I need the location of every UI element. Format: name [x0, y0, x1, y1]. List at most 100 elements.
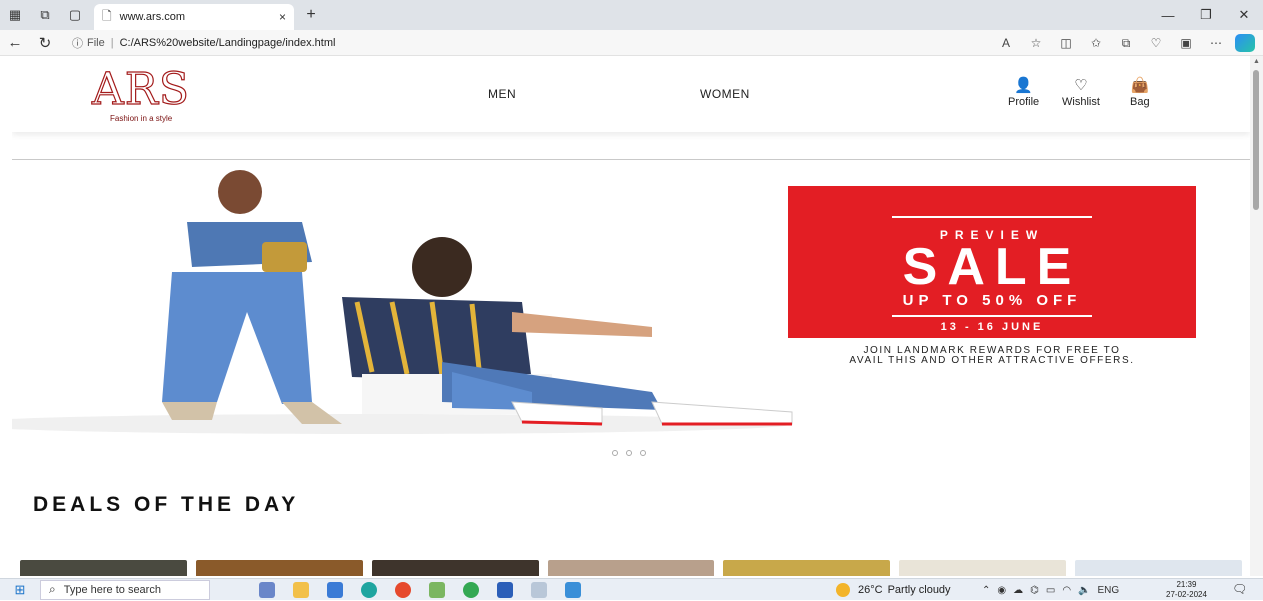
- promo-rule-top: [892, 216, 1092, 218]
- promo-dates: 13 - 16 JUNE: [940, 321, 1044, 333]
- browser-toolbar: A ☆ ◫ ✩ ⧉ ♡ ▣ ⋯: [991, 30, 1255, 56]
- logo-text: ARS: [91, 64, 191, 115]
- clock-time: 21:39: [1176, 580, 1197, 589]
- edge-icon[interactable]: [352, 581, 386, 598]
- window-controls: — ❐ ✕: [1149, 0, 1263, 30]
- more-icon[interactable]: ⋯: [1201, 36, 1231, 50]
- copilot-app-icon[interactable]: ▣: [1171, 36, 1201, 50]
- file-explorer-icon[interactable]: [284, 581, 318, 598]
- scrollbar-thumb[interactable]: [1253, 70, 1259, 210]
- volume-icon[interactable]: 🔈: [1078, 585, 1090, 596]
- scroll-up-icon[interactable]: ▲: [1250, 56, 1263, 68]
- clock-date: 27-02-2024: [1166, 590, 1207, 599]
- nav-men[interactable]: MEN: [488, 87, 516, 101]
- deal-thumbnail[interactable]: [899, 560, 1067, 576]
- heart-icon: ♡: [1074, 77, 1088, 94]
- profile-label: Profile: [1008, 96, 1040, 108]
- chrome-profile-icon[interactable]: [454, 581, 488, 598]
- browser-tab[interactable]: 🗋 www.ars.com ×: [94, 4, 294, 30]
- weather-widget[interactable]: 26°C Partly cloudy: [836, 579, 951, 601]
- minimize-icon[interactable]: —: [1149, 0, 1187, 30]
- address-bar: ← ↻ ⓘ File | C:/ARS%20website/Landingpag…: [0, 30, 1263, 56]
- taskbar-apps: [250, 581, 590, 598]
- weather-icon: [836, 583, 850, 597]
- photos-icon[interactable]: [556, 581, 590, 598]
- profile-icon: 👤: [1014, 77, 1033, 94]
- deals-title: DEALS OF THE DAY: [33, 493, 300, 516]
- carousel-dots: [612, 450, 646, 456]
- url-text[interactable]: C:/ARS%20website/Landingpage/index.html: [120, 37, 336, 49]
- promo-sale: SALE: [902, 238, 1082, 296]
- copilot-icon[interactable]: [1235, 34, 1255, 52]
- notifications-icon[interactable]: 🗨: [1232, 582, 1247, 596]
- start-icon[interactable]: ⊞: [0, 582, 40, 598]
- favorites-icon[interactable]: ✩: [1081, 36, 1111, 50]
- taskbar-search-placeholder: Type here to search: [63, 583, 161, 596]
- carousel-dot[interactable]: [612, 450, 618, 456]
- logo[interactable]: ARS Fashion in a style: [91, 64, 222, 130]
- read-aloud-icon[interactable]: A: [991, 36, 1021, 50]
- back-icon[interactable]: ←: [0, 34, 30, 51]
- promo-note-line-2: AVAIL THIS AND OTHER ATTRACTIVE OFFERS.: [849, 355, 1135, 366]
- browser-essentials-icon[interactable]: ♡: [1141, 36, 1171, 50]
- wifi-icon[interactable]: ◠: [1062, 585, 1071, 596]
- wishlist-button[interactable]: ♡ Wishlist: [1062, 77, 1100, 109]
- carousel-dot[interactable]: [640, 450, 646, 456]
- extensions-icon[interactable]: ▦: [0, 0, 30, 30]
- nav-women[interactable]: WOMEN: [700, 87, 750, 101]
- onedrive-icon[interactable]: ☁: [1013, 585, 1023, 596]
- workspaces-icon[interactable]: ⧉: [30, 0, 60, 30]
- site-header: ARS Fashion in a style MEN WOMEN 👤 Profi…: [12, 56, 1250, 132]
- system-tray: ⌃ ◉ ☁ ⌬ ▭ ◠ 🔈 ENG: [982, 579, 1126, 601]
- battery-icon[interactable]: ▭: [1046, 585, 1055, 596]
- taskbar-search[interactable]: ⌕ Type here to search: [40, 579, 210, 600]
- deal-thumbnail[interactable]: [20, 560, 187, 576]
- tab-actions-icon[interactable]: ▢: [60, 0, 90, 30]
- sale-promo-panel[interactable]: PREVIEW SALE UP TO 50% OFF 13 - 16 JUNE: [788, 186, 1196, 338]
- url-separator: |: [110, 36, 114, 49]
- url-field[interactable]: ⓘ File | C:/ARS%20website/Landingpage/in…: [72, 32, 335, 54]
- promo-note: JOIN LANDMARK REWARDS FOR FREE TO AVAIL …: [788, 346, 1196, 366]
- word-icon[interactable]: [488, 581, 522, 598]
- chevron-up-icon[interactable]: ⌃: [982, 585, 990, 596]
- page-icon: 🗋: [102, 8, 112, 23]
- bag-label: Bag: [1130, 96, 1150, 108]
- paint-icon[interactable]: [420, 581, 454, 598]
- deal-thumbnail[interactable]: [371, 560, 539, 576]
- close-window-icon[interactable]: ✕: [1225, 0, 1263, 30]
- info-icon[interactable]: ⓘ: [72, 35, 83, 51]
- chrome-icon[interactable]: [386, 581, 420, 598]
- page-scrollbar[interactable]: ▲: [1250, 56, 1263, 576]
- deal-thumbnail[interactable]: [195, 560, 363, 576]
- new-tab-button[interactable]: +: [298, 6, 324, 24]
- deal-thumbnail[interactable]: [723, 560, 891, 576]
- logo-tagline: Fashion in a style: [110, 114, 173, 123]
- notepad-icon[interactable]: [522, 581, 556, 598]
- favorite-star-icon[interactable]: ☆: [1021, 36, 1051, 50]
- file-label: File: [87, 36, 105, 49]
- clock[interactable]: 21:39 27-02-2024: [1166, 580, 1207, 600]
- deal-thumbnail[interactable]: [1075, 560, 1243, 576]
- refresh-icon[interactable]: ↻: [30, 34, 60, 52]
- store-icon[interactable]: [318, 581, 352, 598]
- weather-temp: 26°C: [858, 584, 883, 596]
- hero-models-image: [12, 170, 793, 434]
- deals-thumbnails: [20, 560, 1243, 576]
- search-icon: ⌕: [49, 582, 56, 596]
- restore-icon[interactable]: ❐: [1187, 0, 1225, 30]
- deal-thumbnail[interactable]: [547, 560, 715, 576]
- profile-button[interactable]: 👤 Profile: [1008, 77, 1040, 109]
- bag-button[interactable]: 👜 Bag: [1130, 78, 1150, 109]
- split-screen-icon[interactable]: ◫: [1051, 36, 1081, 50]
- collections-icon[interactable]: ⧉: [1111, 36, 1141, 51]
- carousel-dot[interactable]: [626, 450, 632, 456]
- close-tab-icon[interactable]: ×: [279, 10, 286, 24]
- language-indicator[interactable]: ENG: [1098, 585, 1120, 596]
- task-view-icon[interactable]: [250, 581, 284, 598]
- hero-banner[interactable]: PREVIEW SALE UP TO 50% OFF 13 - 16 JUNE …: [12, 162, 1250, 462]
- tab-title: www.ars.com: [119, 11, 186, 23]
- tray-app-icon[interactable]: ◉: [997, 585, 1006, 596]
- network-icon[interactable]: ⌬: [1030, 585, 1039, 596]
- windows-taskbar: ⊞ ⌕ Type here to search 26°C Partly clou…: [0, 578, 1263, 600]
- promo-discount: UP TO 50% OFF: [902, 292, 1082, 309]
